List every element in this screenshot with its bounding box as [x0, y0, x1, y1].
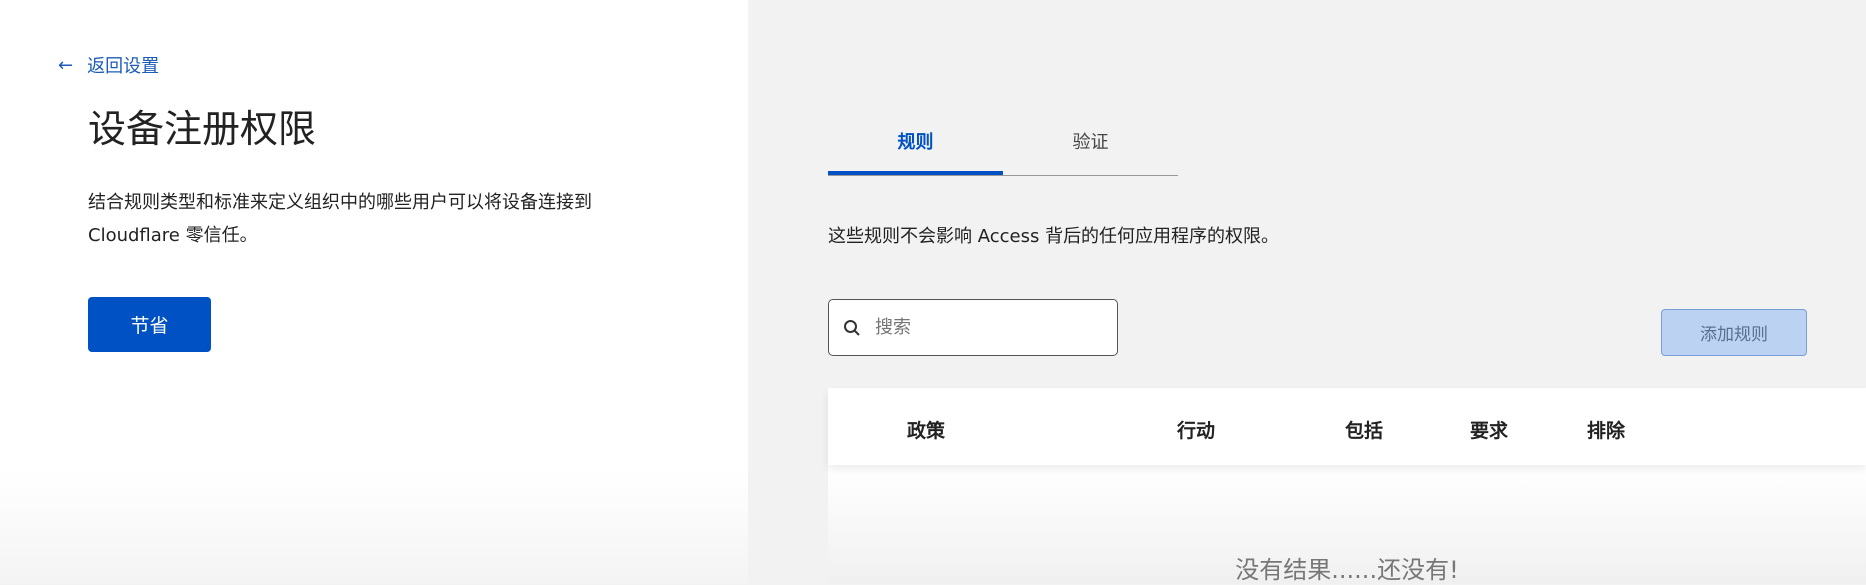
- column-header-exclude[interactable]: 排除: [1587, 416, 1625, 443]
- arrow-left-icon: ←: [58, 54, 74, 76]
- search-field[interactable]: [828, 299, 1118, 356]
- tab-verification[interactable]: 验证: [1003, 120, 1178, 175]
- rules-table: 政策 行动 包括 要求 排除 没有结果......还没有!: [828, 388, 1866, 584]
- add-rule-button[interactable]: 添加规则: [1661, 309, 1807, 356]
- search-icon: [844, 319, 860, 336]
- info-text: 这些规则不会影响 Access 背后的任何应用程序的权限。: [828, 226, 1280, 247]
- page-title: 设备注册权限: [88, 107, 317, 151]
- column-header-action[interactable]: 行动: [1177, 416, 1215, 443]
- back-link-label: 返回设置: [87, 56, 160, 77]
- back-to-settings-link[interactable]: ← 返回设置: [58, 52, 159, 78]
- column-header-include[interactable]: 包括: [1345, 416, 1383, 443]
- tab-rules[interactable]: 规则: [828, 120, 1003, 175]
- left-panel: ← 返回设置 设备注册权限 结合规则类型和标准来定义组织中的哪些用户可以将设备连…: [0, 0, 748, 584]
- column-header-policy[interactable]: 政策: [907, 416, 945, 443]
- tab-bar: 规则 验证: [828, 120, 1178, 176]
- page-description: 结合规则类型和标准来定义组织中的哪些用户可以将设备连接到 Cloudflare …: [88, 192, 592, 246]
- table-header: 政策 行动 包括 要求 排除: [828, 388, 1866, 465]
- empty-state-text: 没有结果......还没有!: [1235, 556, 1459, 584]
- save-button[interactable]: 节省: [88, 297, 211, 352]
- search-input[interactable]: [875, 317, 1095, 338]
- column-header-require[interactable]: 要求: [1470, 416, 1508, 443]
